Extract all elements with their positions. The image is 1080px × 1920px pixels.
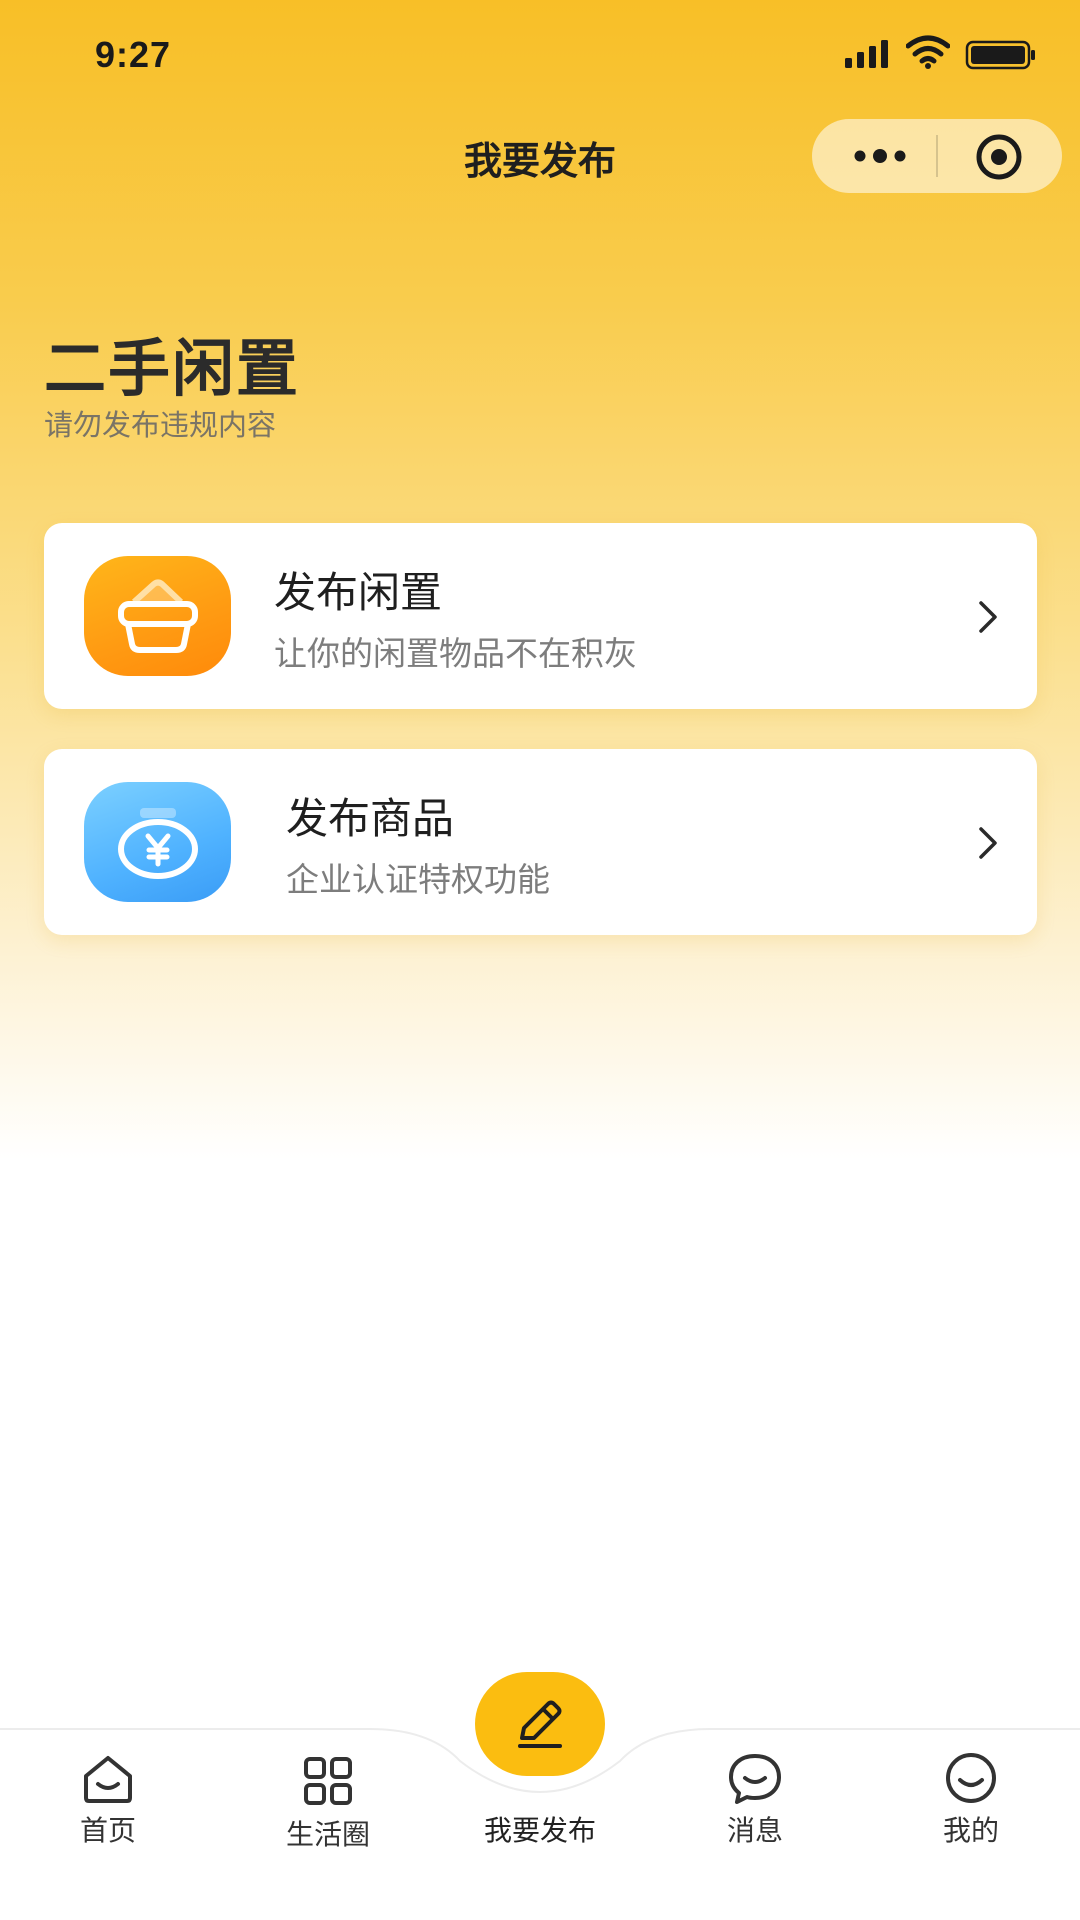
close-target-icon[interactable] [974,132,1024,182]
tab-label: 我要发布 [483,1814,596,1847]
tab-home[interactable]: 首页 [28,1725,188,1865]
grid-icon [304,1757,352,1805]
publish-product-card[interactable]: 发布商品 企业认证特权功能 [44,749,1037,935]
more-icon[interactable] [852,144,908,168]
signal-icon [845,40,888,68]
smile-icon [946,1753,996,1803]
tab-label: 生活圈 [285,1818,370,1851]
home-icon [84,1756,132,1803]
pencil-icon [518,1700,562,1748]
card-title: 发布商品 [286,794,455,843]
status-time: 9:27 [95,34,172,75]
publish-idle-card[interactable]: 发布闲置 让你的闲置物品不在积灰 [44,523,1037,709]
tab-life-circle[interactable]: 生活圈 [248,1725,408,1865]
chevron-right-icon [979,601,997,633]
mini-program-capsule [812,119,1062,193]
chat-icon [729,1754,781,1804]
chevron-right-icon [979,827,997,859]
publish-fab-button[interactable] [475,1672,605,1776]
money-bag-icon [84,782,231,902]
basket-icon [84,556,231,676]
section-subtitle: 请勿发布违规内容 [44,408,277,442]
tab-messages[interactable]: 消息 [675,1725,835,1865]
card-title: 发布闲置 [274,568,443,617]
tab-label: 首页 [79,1814,136,1847]
card-subtitle: 企业认证特权功能 [286,860,550,899]
tab-label: 我的 [942,1814,999,1847]
wifi-icon [906,35,950,69]
tab-label: 消息 [726,1814,783,1847]
capsule-divider [936,135,938,177]
tab-mine[interactable]: 我的 [891,1725,1051,1865]
status-bar: 9:27 [0,0,1080,110]
section-heading: 二手闲置 [44,332,301,405]
card-subtitle: 让你的闲置物品不在积灰 [274,634,637,673]
battery-icon [965,40,1035,70]
